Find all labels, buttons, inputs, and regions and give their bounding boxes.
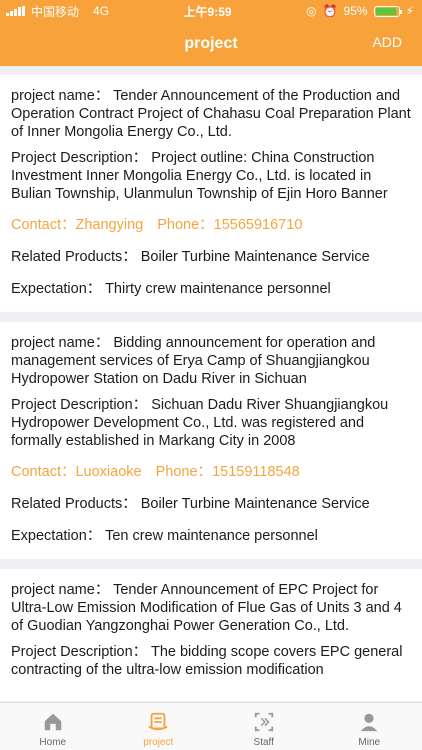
staff-icon [254,712,273,732]
project-name: project name： Bidding announcement for o… [11,335,376,387]
clock-label: 上午9:59 [183,4,232,19]
project-card[interactable]: project name： Tender Announcement of EPC… [0,569,422,701]
project-name: project name： Tender Announcement of the… [11,88,411,140]
project-description: Project Description： Project outline: Ch… [11,150,388,202]
phone-number[interactable]: 15159118548 [212,464,300,480]
contact-info: Contact：Zhangying Phone：15565916710 [11,216,412,234]
project-name: project name： Tender Announcement of EPC… [11,582,402,634]
tab-mine[interactable]: Mine [317,703,422,750]
expectation: Expectation： Thirty crew maintenance per… [11,281,331,297]
app-header: 中国移动 4G 上午9:59 ◎ ⏰ 95% ⚡ project ADD [0,0,422,66]
page-title: project [184,35,238,52]
carrier-label: 中国移动 [31,4,80,19]
alarm-icon: ⏰ [322,4,338,18]
contact-name: Luoxiaoke [75,464,142,480]
tab-project[interactable]: project [106,703,212,750]
related-products: Related Products： Boiler Turbine Mainten… [11,249,370,265]
network-label: 4G [93,4,110,18]
contact-name: Zhangying [75,217,144,233]
contact-label: Contact： [11,217,76,233]
contact-info: Contact：Luoxiaoke Phone：15159118548 [11,463,412,481]
tab-staff[interactable]: Staff [211,703,317,750]
battery-icon [373,5,402,17]
status-bar: 中国移动 4G 上午9:59 ◎ ⏰ 95% ⚡ [0,0,422,22]
project-icon [148,712,168,731]
phone-label: Phone： [155,464,213,480]
signal-icon [6,6,25,16]
person-icon [361,713,378,732]
project-description: Project Description： Sichuan Dadu River … [11,397,389,449]
lock-rotation-icon: ◎ [306,4,317,18]
add-button[interactable]: ADD [372,34,402,50]
project-card[interactable]: project name： Bidding announcement for o… [0,322,422,559]
tab-home[interactable]: Home [0,703,106,750]
contact-label: Contact： [11,464,76,480]
phone-number[interactable]: 15565916710 [214,217,303,233]
phone-label: Phone： [157,217,214,233]
battery-percent: 95% [343,4,368,18]
home-icon [44,713,61,731]
project-list[interactable]: project name： Tender Announcement of the… [0,66,422,702]
nav-bar: project ADD [0,22,422,66]
expectation: Expectation： Ten crew maintenance person… [11,528,318,544]
tab-bar: Home project Staff Mine [0,702,422,750]
project-card[interactable]: project name： Tender Announcement of the… [0,75,422,312]
related-products: Related Products： Boiler Turbine Mainten… [11,496,370,512]
charging-icon: ⚡ [405,4,414,18]
project-description: Project Description： The bidding scope c… [11,644,403,678]
